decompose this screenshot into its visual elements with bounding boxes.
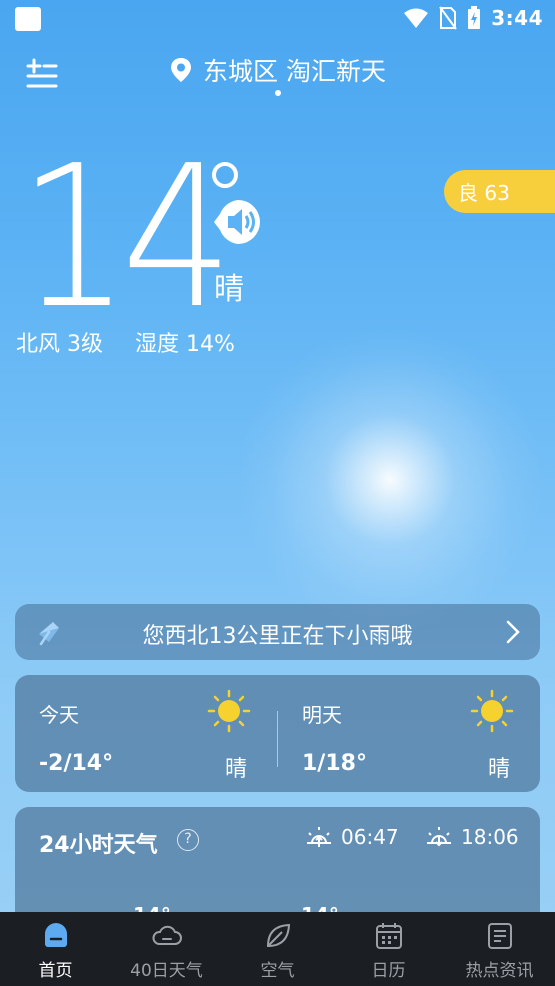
news-icon <box>487 923 512 949</box>
current-condition: 晴 <box>214 272 244 307</box>
forecast-tomorrow[interactable]: 明天 1/18° 晴 <box>278 675 540 792</box>
nav-label: 日历 <box>371 961 406 981</box>
temperature-range: -2/14° <box>39 751 114 776</box>
location-name: 东城区 淘汇新天 <box>203 57 386 86</box>
sunny-icon <box>470 689 514 733</box>
day-name: 明天 <box>302 703 342 727</box>
home-icon <box>44 923 67 947</box>
status-time: 3:44 <box>491 6 543 30</box>
status-bar: 3:44 <box>0 0 555 40</box>
notification-icon <box>15 7 41 31</box>
page-indicator-dot <box>275 90 281 96</box>
degree-symbol <box>212 162 238 188</box>
alert-text: 您西北13公里正在下小雨哦 <box>142 624 413 649</box>
sunset-icon <box>427 827 451 847</box>
sunny-icon <box>207 689 251 733</box>
voice-broadcast-icon[interactable] <box>214 196 270 248</box>
no-sim-icon <box>439 6 458 30</box>
nav-air[interactable]: 空气 <box>222 912 333 986</box>
help-icon[interactable]: ? <box>177 829 199 851</box>
rain-alert-bar[interactable]: 您西北13公里正在下小雨哦 <box>15 604 540 660</box>
sunset-time: 18:06 <box>461 825 519 849</box>
nav-home[interactable]: 首页 <box>0 912 111 986</box>
sunrise-icon <box>307 827 331 847</box>
nav-label: 热点资讯 <box>465 961 534 981</box>
sunset: 18:06 <box>425 825 519 849</box>
day-name: 今天 <box>39 703 79 727</box>
leaf-icon <box>266 923 290 948</box>
forecast-today[interactable]: 今天 -2/14° 晴 <box>15 675 277 792</box>
temperature-range: 1/18° <box>302 751 367 776</box>
cloud-icon <box>152 925 182 945</box>
sun-glow-background <box>230 330 550 630</box>
nav-label: 空气 <box>260 961 295 981</box>
humidity-text: 湿度 14% <box>135 332 235 357</box>
hourly-title: 24小时天气 <box>39 833 158 858</box>
location-pin-icon <box>171 58 192 82</box>
chevron-right-icon <box>506 620 520 644</box>
nav-calendar[interactable]: 日历 <box>333 912 444 986</box>
bottom-navigation: 首页 40日天气 空气 日历 热点资讯 <box>0 912 555 986</box>
nav-label: 40日天气 <box>130 961 203 981</box>
status-icons: 3:44 <box>403 6 543 30</box>
nav-news[interactable]: 热点资讯 <box>444 912 555 986</box>
wifi-icon <box>404 8 429 28</box>
current-temperature: 14 <box>18 124 233 352</box>
battery-icon <box>468 6 481 29</box>
sunrise: 06:47 <box>305 825 399 849</box>
sunrise-time: 06:47 <box>341 825 399 849</box>
current-details: 北风 3级 湿度 14% <box>16 326 235 358</box>
location-header[interactable]: 东城区 淘汇新天 <box>0 52 555 88</box>
two-day-forecast-card[interactable]: 今天 -2/14° 晴 明天 1/18° 晴 <box>15 675 540 792</box>
calendar-icon <box>375 923 402 949</box>
wind-text: 北风 3级 <box>16 332 103 357</box>
nav-label: 首页 <box>38 961 73 981</box>
day-condition: 晴 <box>224 757 247 782</box>
aqi-badge[interactable]: 良 63 <box>444 170 555 213</box>
day-condition: 晴 <box>487 757 510 782</box>
nav-40-day[interactable]: 40日天气 <box>111 912 222 986</box>
